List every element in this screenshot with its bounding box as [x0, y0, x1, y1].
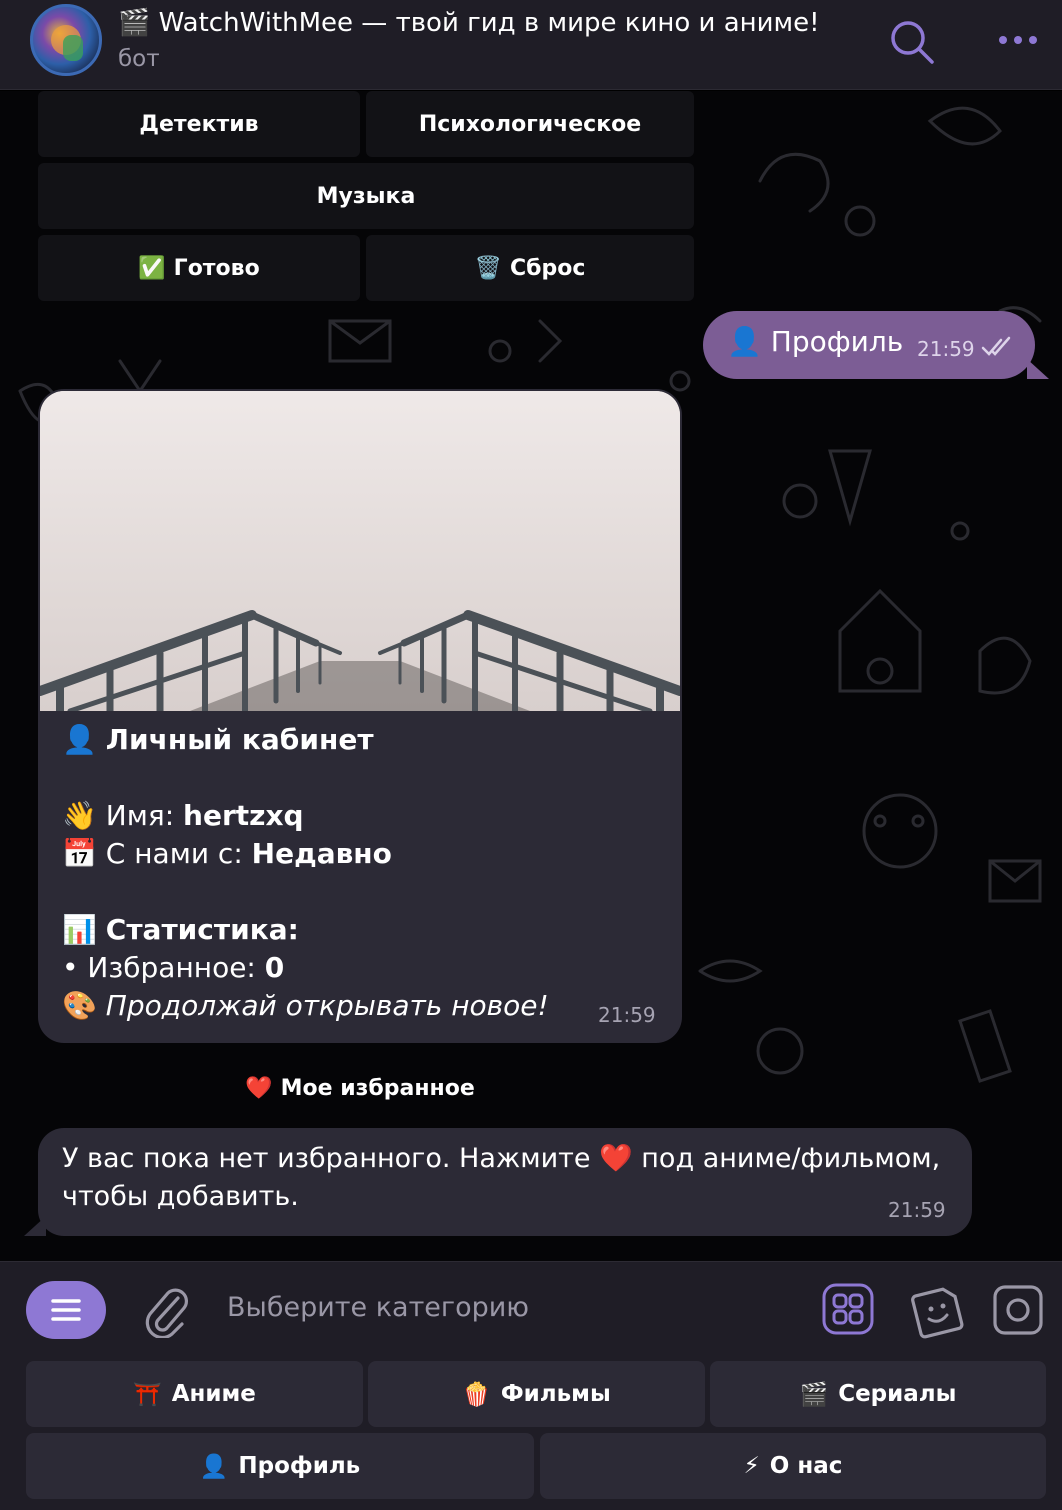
message-time: 21:59 — [888, 1198, 946, 1222]
clapperboard-icon: 🎬 — [799, 1381, 829, 1408]
series-label: Сериалы — [838, 1381, 957, 1407]
genre-music-button[interactable]: Музыка — [38, 163, 694, 229]
about-button[interactable]: ⚡ О нас — [540, 1433, 1046, 1499]
message-time: 21:59 — [598, 1003, 656, 1027]
outgoing-text: 👤 Профиль — [727, 325, 903, 358]
series-button[interactable]: 🎬 Сериалы — [710, 1361, 1046, 1427]
stats-row: 📊 Статистика: — [62, 911, 549, 949]
name-label: Имя: — [105, 799, 175, 832]
bot-avatar[interactable] — [30, 4, 102, 76]
films-label: Фильмы — [500, 1381, 611, 1407]
about-label: О нас — [769, 1453, 843, 1479]
genre-psychological-button[interactable]: Психологическое — [366, 91, 694, 157]
outgoing-message[interactable]: 👤 Профиль 21:59 — [703, 311, 1049, 379]
done-button[interactable]: ✅ Готово — [38, 235, 360, 301]
bubble-tail — [1027, 359, 1049, 379]
keyboard-toggle-icon[interactable] — [822, 1283, 874, 1335]
name-value: hertzxq — [183, 799, 304, 832]
bubble-tail — [24, 1216, 46, 1236]
profile-photo[interactable] — [40, 391, 680, 711]
bridge-image — [40, 391, 680, 711]
calendar-icon: 📅 — [62, 837, 97, 870]
stats-title: Статистика: — [105, 913, 299, 946]
lightning-icon: ⚡ — [743, 1453, 760, 1479]
profile-title: Личный кабинет — [105, 723, 374, 756]
palette-icon: 🎨 — [62, 989, 97, 1022]
footer-row: 🎨 Продолжай открывать новое! — [62, 987, 549, 1025]
chat-header: 🎬 WatchWithMee — твой гид в мире кино и … — [0, 0, 1062, 90]
since-value: Недавно — [251, 837, 392, 870]
trash-icon: 🗑️ — [474, 255, 502, 281]
more-icon[interactable] — [995, 22, 1041, 58]
search-icon[interactable] — [888, 18, 936, 66]
message-input[interactable]: Выберите категорию — [227, 1292, 529, 1323]
heart-icon: ❤️ — [599, 1143, 633, 1174]
user-icon: 👤 — [727, 325, 762, 358]
sticker-icon[interactable] — [910, 1283, 966, 1339]
message-input-bar: Выберите категорию — [0, 1261, 1062, 1357]
video-message-icon[interactable] — [992, 1284, 1044, 1336]
popcorn-icon: 🍿 — [462, 1381, 491, 1408]
footer-text: Продолжай открывать новое! — [105, 989, 549, 1022]
incoming-message[interactable]: У вас пока нет избранного. Нажмите ❤️ по… — [24, 1128, 972, 1236]
read-ticks-icon — [981, 336, 1011, 356]
profile-title-row: 👤 Личный кабинет — [62, 721, 549, 759]
genre-psychological-label: Психологическое — [418, 111, 642, 137]
chat-subtitle: бот — [118, 46, 160, 72]
since-label: С нами с: — [105, 837, 243, 870]
profile-button[interactable]: 👤 Профиль — [26, 1433, 534, 1499]
incoming-text: У вас пока нет избранного. Нажмите ❤️ по… — [62, 1140, 962, 1216]
my-favorites-button[interactable]: ❤️ Мое избранное — [38, 1053, 682, 1123]
chat-title[interactable]: 🎬 WatchWithMee — твой гид в мире кино и … — [118, 8, 820, 38]
since-row: 📅 С нами с: Недавно — [62, 835, 549, 873]
genre-detective-button[interactable]: Детектив — [38, 91, 360, 157]
name-row: 👋 Имя: hertzxq — [62, 797, 549, 835]
wave-icon: 👋 — [62, 799, 97, 832]
incoming-text-part1: У вас пока нет избранного. Нажмите — [62, 1143, 591, 1174]
user-icon: 👤 — [199, 1453, 229, 1480]
outgoing-label: Профиль — [770, 325, 904, 358]
anime-button[interactable]: ⛩️ Аниме — [26, 1361, 363, 1427]
check-icon: ✅ — [138, 255, 166, 281]
films-button[interactable]: 🍿 Фильмы — [368, 1361, 705, 1427]
bot-menu-button[interactable] — [26, 1281, 106, 1339]
chat-area[interactable]: Детектив Психологическое Музыка ✅ Готово… — [0, 91, 1062, 1261]
heart-icon: ❤️ — [245, 1075, 273, 1101]
anime-label: Аниме — [171, 1381, 256, 1407]
chart-icon: 📊 — [62, 913, 97, 946]
favorites-label: • Избранное: — [62, 951, 256, 984]
reset-label: Сброс — [509, 255, 586, 281]
reset-button[interactable]: 🗑️ Сброс — [366, 235, 694, 301]
genre-music-label: Музыка — [316, 183, 416, 209]
done-label: Готово — [173, 255, 260, 281]
favorites-value: 0 — [264, 951, 285, 984]
profile-text: 👤 Личный кабинет 👋 Имя: hertzxq 📅 С нами… — [62, 721, 549, 1025]
profile-label: Профиль — [238, 1453, 361, 1479]
reply-keyboard: ⛩️ Аниме 🍿 Фильмы 🎬 Сериалы 👤 Профиль ⚡ … — [0, 1357, 1062, 1510]
attach-icon[interactable] — [142, 1284, 190, 1338]
torii-icon: ⛩️ — [133, 1381, 162, 1408]
my-favorites-label: Мое избранное — [280, 1075, 475, 1101]
message-time: 21:59 — [917, 337, 975, 361]
genre-detective-label: Детектив — [139, 111, 259, 137]
user-icon: 👤 — [62, 723, 97, 756]
favorites-count-row: • Избранное: 0 — [62, 949, 549, 987]
profile-message[interactable]: 👤 Личный кабинет 👋 Имя: hertzxq 📅 С нами… — [38, 389, 682, 1043]
menu-icon — [51, 1299, 81, 1321]
